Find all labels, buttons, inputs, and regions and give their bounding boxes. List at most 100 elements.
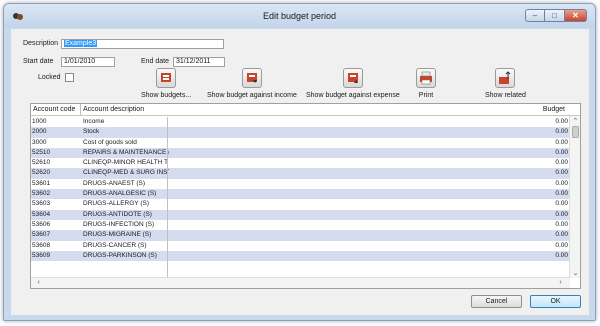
account-code-cell: 52610	[32, 159, 51, 167]
budget-income-icon	[241, 68, 262, 88]
account-code-cell: 53602	[32, 190, 51, 198]
table-row[interactable]: 53603 DRUGS-ALLERGY (S) 0.00	[31, 199, 570, 209]
budget-accounts-table: Account code Account description Budget …	[30, 103, 581, 289]
account-description-cell: Cost of goods sold	[83, 138, 137, 146]
column-divider	[80, 104, 81, 116]
scroll-down-icon[interactable]: ⌄	[570, 269, 580, 277]
column-divider	[167, 117, 168, 278]
table-row[interactable]: 2000 Stock 0.00	[31, 127, 570, 138]
table-row[interactable]: 53609 DRUGS-PARKINSON (S) 0.00	[31, 250, 570, 262]
print-button[interactable]: Print	[416, 68, 436, 99]
account-code-cell: 53603	[32, 200, 51, 208]
close-button[interactable]: ✕	[565, 9, 587, 22]
end-date-label: End date	[141, 58, 170, 65]
table-header: Account code Account description Budget	[31, 104, 580, 116]
table-row[interactable]: 3000 Cost of goods sold 0.00	[31, 138, 570, 148]
account-code-cell: 53601	[32, 179, 51, 187]
account-description-cell: DRUGS-MIGRAINE (S)	[83, 231, 152, 239]
account-description-cell: DRUGS-ANTIDOTE (S)	[83, 210, 152, 218]
title-bar[interactable]: Edit budget period – □ ✕	[4, 4, 595, 28]
account-code-cell: 53608	[32, 241, 51, 249]
budget-cell: 0.00	[555, 128, 568, 136]
account-code-cell: 3000	[32, 138, 47, 146]
show-budget-against-income-button[interactable]: Show budget against income	[207, 68, 297, 99]
table-row[interactable]: 53602 DRUGS-ANALGESIC (S) 0.00	[31, 189, 570, 200]
account-code-cell: 53606	[32, 220, 51, 228]
ok-button[interactable]: OK	[530, 295, 581, 308]
budget-cell: 0.00	[555, 190, 568, 198]
account-description-cell: Income	[83, 118, 105, 125]
related-icon	[495, 68, 516, 88]
show-budgets-label: Show budgets...	[141, 92, 192, 99]
table-body: 1000 Income 0.00 2000 Stock 0.00 3000 Cost of g…	[31, 117, 570, 262]
account-description-cell: DRUGS-PARKINSON (S)	[83, 251, 157, 259]
horizontal-scrollbar[interactable]: ‹ ›	[31, 277, 570, 288]
table-row[interactable]: 52610 CLINEQP-MINOR HEALTH T 0.00	[31, 158, 570, 168]
table-row[interactable]: 53608 DRUGS-CANCER (S) 0.00	[31, 241, 570, 251]
budget-cell: 0.00	[555, 118, 568, 125]
table-row[interactable]: 52620 CLINEQP-MED & SURG INST 0.00	[31, 168, 570, 179]
minimize-icon: –	[532, 11, 538, 20]
maximize-button[interactable]: □	[545, 9, 565, 22]
budget-cell: 0.00	[555, 138, 568, 146]
show-related-button[interactable]: Show related	[485, 68, 526, 99]
budget-cell: 0.00	[555, 169, 568, 177]
locked-checkbox[interactable]	[65, 73, 74, 82]
vertical-scrollbar[interactable]: ⌃ ⌄	[569, 116, 580, 278]
column-header-account-description[interactable]: Account description	[83, 106, 144, 113]
budget-cell: 0.00	[555, 200, 568, 208]
close-icon: ✕	[572, 11, 579, 20]
edit-budget-period-window: Edit budget period – □ ✕ Description Exa…	[3, 3, 596, 321]
scroll-up-icon[interactable]: ⌃	[570, 117, 580, 125]
scroll-right-icon[interactable]: ›	[555, 279, 566, 286]
table-row[interactable]: 52510 REPAIRS & MAINTENANCE ( 0.00	[31, 147, 570, 159]
budget-cell: 0.00	[555, 148, 568, 156]
table-row[interactable]: 53601 DRUGS-ANAEST (S) 0.00	[31, 179, 570, 189]
description-field[interactable]: Example3	[61, 39, 224, 49]
account-description-cell: CLINEQP-MINOR HEALTH T	[83, 159, 168, 167]
account-code-cell: 2000	[32, 128, 47, 136]
show-budgets-button[interactable]: Show budgets...	[141, 68, 191, 99]
account-description-cell: DRUGS-ALLERGY (S)	[83, 200, 149, 208]
show-budget-against-expense-button[interactable]: Show budget against expense	[306, 68, 400, 99]
account-code-cell: 53609	[32, 251, 51, 259]
window-title: Edit budget period	[262, 11, 337, 21]
table-row[interactable]: 53606 DRUGS-INFECTION (S) 0.00	[31, 220, 570, 230]
table-row[interactable]: 53604 DRUGS-ANTIDOTE (S) 0.00	[31, 209, 570, 220]
account-description-cell: Stock	[83, 128, 100, 136]
account-description-cell: REPAIRS & MAINTENANCE (	[83, 148, 169, 156]
account-description-cell: DRUGS-ANALGESIC (S)	[83, 190, 157, 198]
account-code-cell: 53604	[32, 210, 51, 218]
end-date-field[interactable]: 31/12/2011	[173, 57, 225, 67]
account-description-cell: DRUGS-ANAEST (S)	[83, 179, 145, 187]
budget-expense-icon	[342, 68, 363, 88]
show-related-label: Show related	[485, 92, 526, 99]
account-code-cell: 53607	[32, 231, 51, 239]
budget-cell: 0.00	[555, 179, 568, 187]
budget-icon	[156, 68, 177, 88]
minimize-button[interactable]: –	[525, 9, 545, 22]
description-label: Description	[23, 40, 59, 47]
cancel-button[interactable]: Cancel	[471, 295, 522, 308]
account-description-cell: DRUGS-INFECTION (S)	[83, 220, 155, 228]
column-header-budget[interactable]: Budget	[543, 106, 565, 113]
scroll-left-icon[interactable]: ‹	[33, 279, 44, 286]
show-budget-against-expense-label: Show budget against expense	[306, 92, 400, 99]
start-date-field[interactable]: 1/01/2010	[61, 57, 115, 67]
scrollbar-thumb[interactable]	[572, 126, 579, 138]
budget-cell: 0.00	[555, 159, 568, 167]
table-row[interactable]: 53607 DRUGS-MIGRAINE (S) 0.00	[31, 230, 570, 241]
budget-cell: 0.00	[555, 210, 568, 218]
budget-cell: 0.00	[555, 241, 568, 249]
locked-label: Locked	[38, 74, 61, 81]
maximize-icon: □	[552, 11, 557, 20]
column-header-account-code[interactable]: Account code	[33, 106, 75, 113]
start-date-label: Start date	[23, 58, 54, 65]
description-value: Example3	[64, 40, 98, 47]
account-description-cell: CLINEQP-MED & SURG INST	[83, 169, 169, 177]
budget-cell: 0.00	[555, 220, 568, 228]
table-row[interactable]: 1000 Income 0.00	[31, 117, 570, 127]
account-code-cell: 52510	[32, 148, 51, 156]
print-label: Print	[418, 92, 434, 99]
account-code-cell: 1000	[32, 118, 47, 125]
